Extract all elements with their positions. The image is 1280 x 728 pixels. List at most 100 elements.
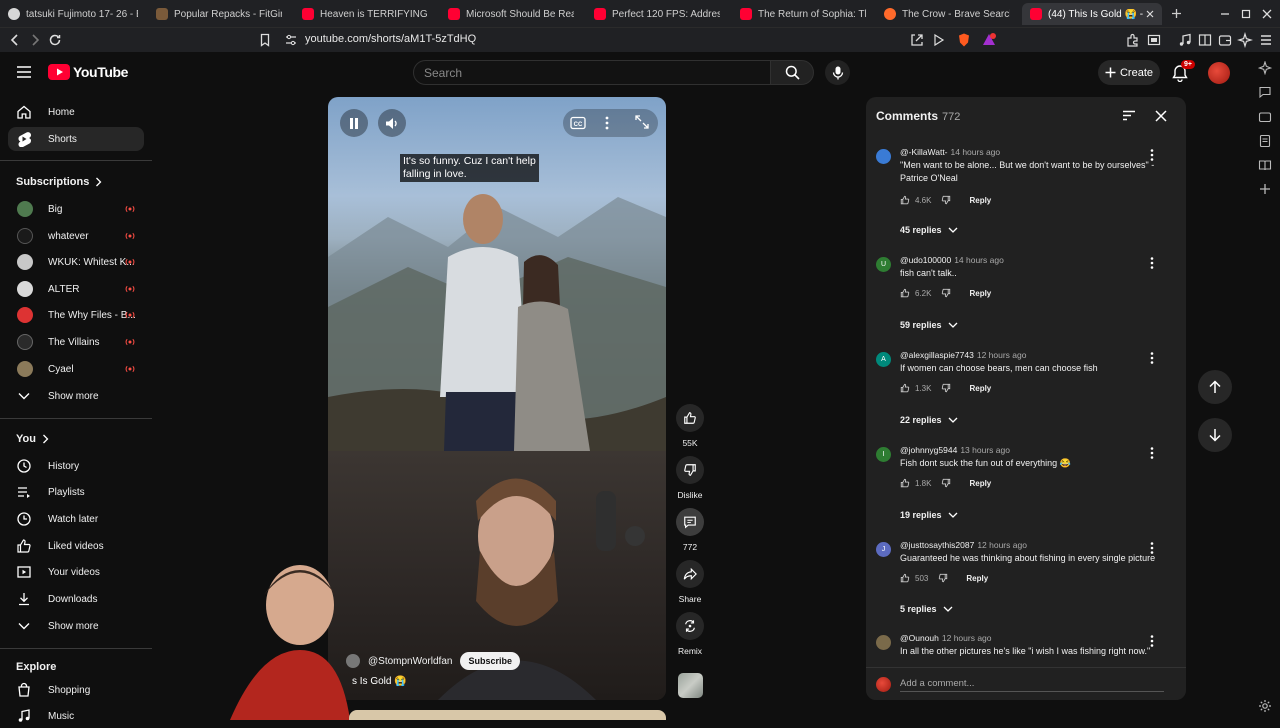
comments-action[interactable]: 772 — [676, 508, 704, 552]
voice-search-button[interactable] — [825, 60, 850, 85]
extensions-icon[interactable] — [1125, 32, 1141, 48]
browser-tab[interactable]: The Crow - Brave Search — [876, 3, 1018, 25]
brave-rewards-icon[interactable] — [981, 32, 997, 48]
share-action[interactable]: Share — [676, 560, 704, 604]
reply-button[interactable]: Reply — [969, 384, 991, 393]
minimize-icon[interactable] — [1220, 9, 1230, 19]
browser-tab[interactable]: Microsoft Should Be Really — [440, 3, 582, 25]
next-short-preview[interactable] — [349, 710, 666, 720]
comment-avatar[interactable] — [876, 635, 891, 650]
sidebar-settings-icon[interactable] — [1258, 699, 1272, 713]
thumbs-up-icon[interactable] — [900, 383, 910, 393]
comment-time[interactable]: 14 hours ago — [951, 147, 1001, 157]
brave-shields-icon[interactable] — [956, 32, 972, 48]
comment-menu-icon[interactable] — [1150, 447, 1154, 459]
browser-tab-active[interactable]: (44) This Is Gold 😭 - — [1022, 3, 1162, 25]
browser-tab[interactable]: Heaven is TERRIFYING! - Yo — [294, 3, 436, 25]
view-replies-button[interactable]: 5 replies — [900, 604, 953, 614]
thumbs-down-icon[interactable] — [941, 195, 951, 205]
dislike-action[interactable]: Dislike — [676, 456, 704, 500]
sidebar-subscription[interactable]: whatever — [8, 224, 144, 248]
view-replies-button[interactable]: 59 replies — [900, 320, 958, 330]
search-input[interactable] — [414, 61, 770, 84]
url-text[interactable]: youtube.com/shorts/aM1T-5zTdHQ — [305, 33, 476, 45]
reading-list-sidebar-icon[interactable] — [1258, 158, 1272, 172]
comment-author[interactable]: @-KillaWatt- — [900, 147, 948, 157]
comment-time[interactable]: 12 hours ago — [942, 633, 992, 643]
search-box[interactable] — [413, 60, 771, 85]
sidebar-item-shopping[interactable]: Shopping — [8, 678, 144, 702]
comment-avatar[interactable]: U — [876, 257, 891, 272]
play-media-icon[interactable] — [931, 32, 947, 48]
dislike-button[interactable] — [676, 456, 704, 484]
wallet-sidebar-icon[interactable] — [1258, 110, 1272, 124]
bookmark-icon[interactable] — [257, 32, 273, 48]
reload-icon[interactable] — [47, 32, 63, 48]
reply-button[interactable]: Reply — [969, 289, 991, 298]
comment-menu-icon[interactable] — [1150, 352, 1154, 364]
captions-icon[interactable]: CC — [570, 116, 586, 130]
remix-action[interactable]: Remix — [676, 612, 704, 656]
browser-tab[interactable]: Popular Repacks - FitGirl Re — [148, 3, 290, 25]
comment-author[interactable]: @udo100000 — [900, 255, 951, 265]
sidebar-item-home[interactable]: Home — [8, 100, 144, 124]
thumbs-down-icon[interactable] — [941, 288, 951, 298]
leo-ai-icon[interactable] — [1237, 32, 1253, 48]
sidebar-subscription[interactable]: Cyael — [8, 357, 144, 381]
reply-button[interactable]: Reply — [969, 196, 991, 205]
more-options-icon[interactable] — [605, 116, 609, 130]
subscribe-button[interactable]: Subscribe — [460, 652, 520, 670]
comment-menu-icon[interactable] — [1150, 542, 1154, 554]
sidebar-item-watch-later[interactable]: Watch later — [8, 507, 144, 531]
pause-button[interactable] — [340, 109, 368, 137]
expand-icon[interactable] — [635, 115, 649, 129]
share-button[interactable] — [676, 560, 704, 588]
comment-avatar[interactable]: I — [876, 447, 891, 462]
thumbs-up-icon[interactable] — [900, 573, 910, 583]
comment-menu-icon[interactable] — [1150, 635, 1154, 647]
previous-short-button[interactable] — [1198, 370, 1232, 404]
site-settings-icon[interactable] — [283, 32, 299, 48]
comment-author[interactable]: @alexgillaspie7743 — [900, 350, 974, 360]
new-tab-icon[interactable] — [1171, 8, 1182, 19]
comment-avatar[interactable] — [876, 149, 891, 164]
short-video-player[interactable]: CC It's so funny. Cuz I can't help falli… — [328, 97, 666, 700]
comment-author[interactable]: @Ounouh — [900, 633, 939, 643]
comment-avatar[interactable]: A — [876, 352, 891, 367]
video-title[interactable]: s Is Gold 😭 — [352, 676, 407, 687]
sidebar-subscription[interactable]: The Villains — [8, 330, 144, 354]
thumbs-down-icon[interactable] — [941, 383, 951, 393]
comment-avatar[interactable]: J — [876, 542, 891, 557]
back-icon[interactable] — [7, 32, 23, 48]
channel-name[interactable]: @StompnWorldfan — [368, 656, 452, 667]
browser-tab[interactable]: Perfect 120 FPS: Addressing — [586, 3, 728, 25]
thumbs-up-icon[interactable] — [900, 195, 910, 205]
create-button[interactable]: Create — [1098, 60, 1160, 85]
sidebar-item-history[interactable]: History — [8, 454, 144, 478]
reply-button[interactable]: Reply — [969, 479, 991, 488]
share-page-icon[interactable] — [909, 32, 925, 48]
thumbs-down-icon[interactable] — [938, 573, 948, 583]
browser-menu-icon[interactable] — [1258, 32, 1274, 48]
sidebar-item-liked[interactable]: Liked videos — [8, 534, 144, 558]
browser-tab[interactable]: tatsuki Fujimoto 17- 26 - Bra — [0, 3, 146, 25]
search-button[interactable] — [770, 60, 814, 85]
sidebar-subscription[interactable]: The Why Files - B... — [8, 303, 144, 327]
avatar[interactable] — [1208, 62, 1230, 84]
like-action[interactable]: 55K — [676, 404, 704, 448]
view-replies-button[interactable]: 45 replies — [900, 225, 958, 235]
sidebar-item-playlists[interactable]: Playlists — [8, 480, 144, 504]
chat-icon[interactable] — [1258, 85, 1272, 99]
thumbs-down-icon[interactable] — [941, 478, 951, 488]
browser-tab[interactable]: The Return of Sophia: The F — [732, 3, 874, 25]
thumbs-up-icon[interactable] — [900, 478, 910, 488]
comment-author[interactable]: @johnnyg5944 — [900, 445, 957, 455]
comment-time[interactable]: 13 hours ago — [960, 445, 1010, 455]
remix-button[interactable] — [676, 612, 704, 640]
forward-icon[interactable] — [27, 32, 43, 48]
screenshot-icon[interactable] — [1146, 32, 1162, 48]
reply-button[interactable]: Reply — [966, 574, 988, 583]
reading-list-icon[interactable] — [1197, 32, 1213, 48]
sort-icon[interactable] — [1122, 110, 1136, 121]
audio-thumbnail[interactable] — [678, 673, 703, 698]
